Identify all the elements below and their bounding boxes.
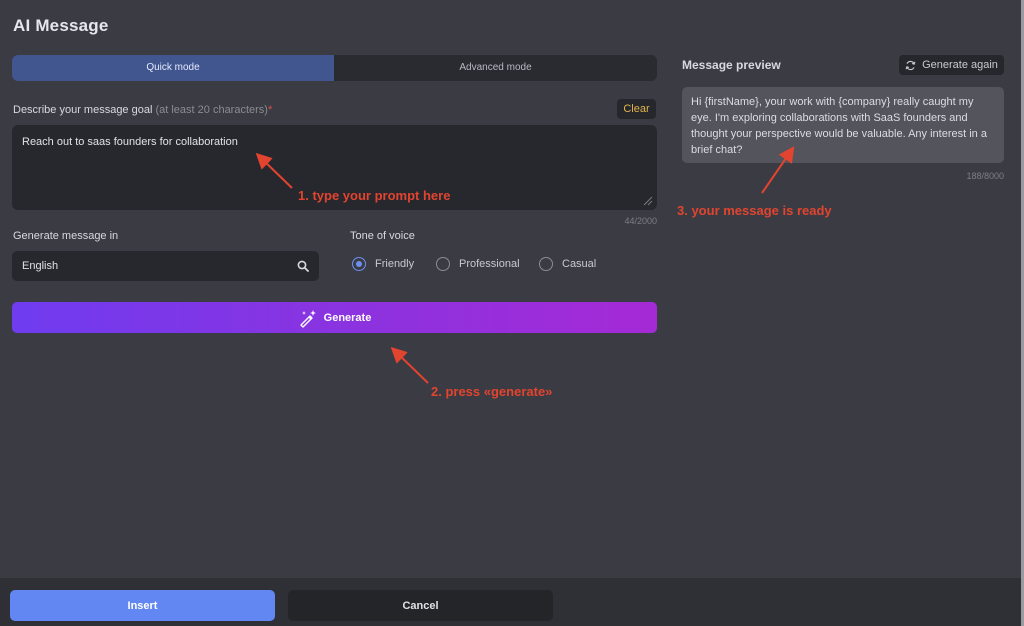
radio-friendly-indicator [352, 257, 366, 271]
goal-label-hint: (at least 20 characters) [155, 104, 268, 116]
preview-char-counter: 188/8000 [966, 171, 1004, 181]
radio-professional[interactable]: Professional [436, 257, 520, 271]
cancel-button[interactable]: Cancel [288, 590, 553, 621]
language-value: English [22, 260, 59, 272]
search-icon [297, 260, 309, 272]
radio-casual-indicator [539, 257, 553, 271]
insert-button[interactable]: Insert [10, 590, 275, 621]
tab-advanced-mode[interactable]: Advanced mode [334, 55, 657, 81]
goal-char-counter: 44/2000 [624, 216, 657, 226]
goal-textarea-value: Reach out to saas founders for collabora… [22, 136, 238, 148]
radio-casual[interactable]: Casual [539, 257, 596, 271]
generate-again-label: Generate again [922, 59, 998, 71]
dialog-title: AI Message [13, 16, 109, 35]
language-select[interactable]: English [12, 251, 319, 281]
tab-quick-mode[interactable]: Quick mode [12, 55, 334, 81]
clear-button[interactable]: Clear [617, 99, 656, 119]
tone-label: Tone of voice [350, 230, 415, 242]
language-label: Generate message in [13, 230, 119, 242]
refresh-icon [905, 60, 916, 70]
required-mark: * [267, 104, 273, 116]
magic-wand-icon [299, 309, 316, 328]
resize-grip-icon[interactable] [643, 196, 653, 206]
generate-label: Generate [323, 311, 372, 324]
radio-casual-label: Casual [562, 258, 597, 270]
mode-switch: Quick mode Advanced mode [12, 55, 657, 81]
radio-professional-label: Professional [459, 258, 520, 270]
message-preview: Hi {firstName}, your work with {company}… [682, 87, 1004, 163]
generate-again-button[interactable]: Generate again [899, 55, 1004, 75]
annotation-step3: 3. your message is ready [677, 203, 832, 218]
annotation-step2: 2. press «generate» [431, 384, 553, 399]
radio-friendly[interactable]: Friendly [352, 257, 414, 271]
goal-label: Describe your message goal (at least 20 … [13, 104, 272, 116]
goal-label-text: Describe your message goal [13, 104, 153, 116]
generate-button[interactable]: Generate [12, 302, 657, 333]
radio-professional-indicator [436, 257, 450, 271]
arrow-step2 [390, 346, 429, 384]
annotation-step1: 1. type your prompt here [298, 188, 451, 203]
radio-friendly-label: Friendly [375, 258, 415, 270]
preview-title: Message preview [682, 58, 781, 72]
